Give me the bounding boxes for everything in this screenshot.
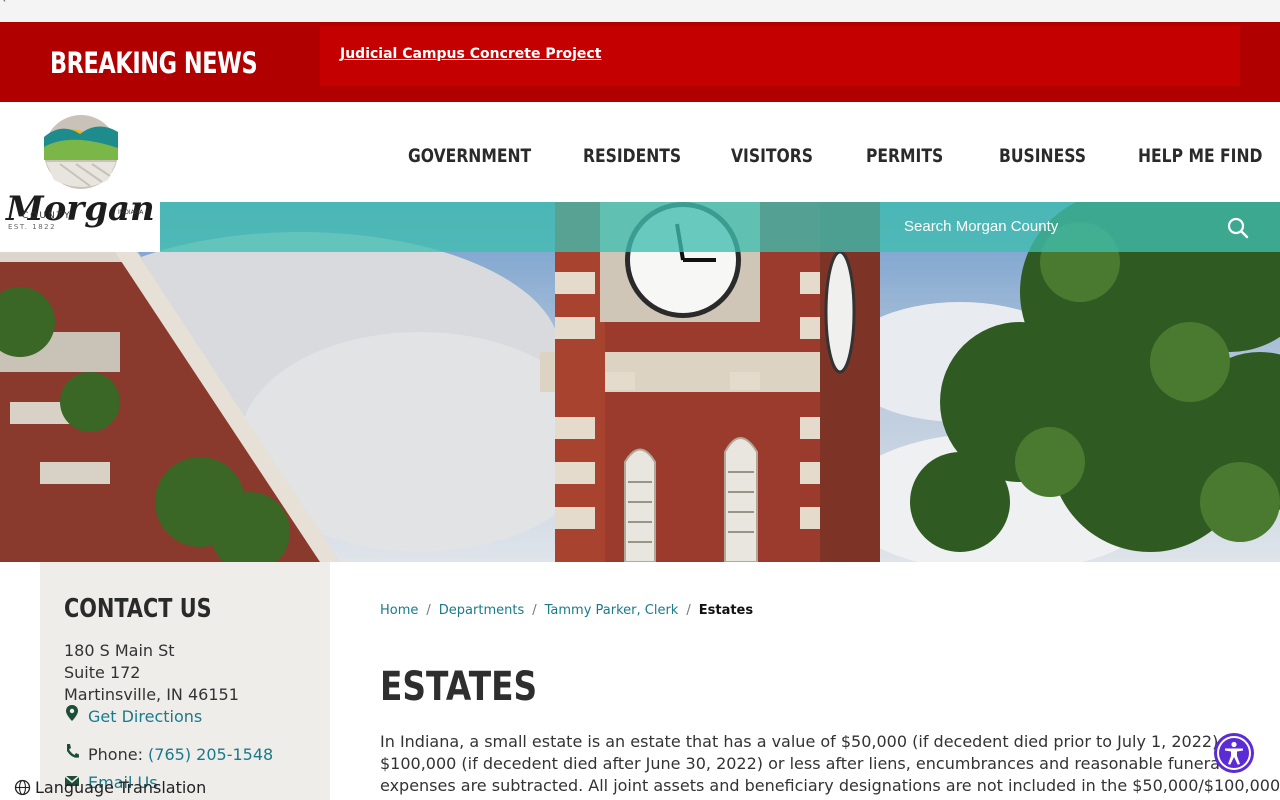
breadcrumb-home[interactable]: Home [380,603,418,618]
courthouse-photo [0,202,1280,562]
get-directions-link[interactable]: Get Directions [88,707,202,726]
globe-icon [14,779,31,796]
breadcrumb-departments[interactable]: Departments [439,603,524,618]
search-bar[interactable]: Search Morgan County [160,202,1280,252]
accessibility-button[interactable] [1214,733,1254,773]
phone-label: Phone: [88,745,143,764]
address-line-3: Martinsville, IN 46151 [64,685,239,704]
body-line-2: $100,000 (if decedent died after June 30… [380,754,1225,773]
breaking-news-banner: BREAKING NEWS Judicial Campus Concrete P… [0,22,1280,102]
page-title: ESTATES [380,664,538,710]
top-strip: ` [0,0,1280,22]
breadcrumb: Home / Departments / Tammy Parker, Clerk / Est… [380,603,754,618]
breadcrumb-current: Estates [698,603,754,618]
hero-image [0,202,1280,562]
breaking-news-panel: Judicial Campus Concrete Project [320,26,1240,86]
contact-heading: CONTACT US [64,594,212,624]
phone-link[interactable]: (765) 205-1548 [148,745,273,764]
county-logo[interactable]: Morgan COUNTY INDIANA EST. 1822 [0,102,160,252]
map-pin-icon [66,705,78,721]
search-input[interactable]: Search Morgan County [904,218,1058,235]
contact-sidebar: CONTACT US 180 S Main St Suite 172 Marti… [40,562,330,800]
address-line-2: Suite 172 [64,663,141,682]
morgan-county-logo-graphic: Morgan COUNTY INDIANA EST. 1822 [5,115,155,231]
breaking-news-label: BREAKING NEWS [50,46,258,80]
page-body: In Indiana, a small estate is an estate … [380,731,1280,797]
search-icon[interactable] [1226,216,1250,240]
logo-state: INDIANA [118,209,144,216]
body-line-1: In Indiana, a small estate is an estate … [380,732,1224,751]
top-strip-mark: ` [2,0,8,11]
breaking-news-link[interactable]: Judicial Campus Concrete Project [340,46,601,62]
accessibility-icon [1217,736,1251,770]
nav-business[interactable]: BUSINESS [999,145,1086,167]
address-line-1: 180 S Main St [64,641,175,660]
nav-residents[interactable]: RESIDENTS [583,145,681,167]
phone-icon [67,744,79,758]
nav-visitors[interactable]: VISITORS [731,145,813,167]
nav-government[interactable]: GOVERNMENT [408,145,531,167]
logo-county: COUNTY [22,211,72,221]
nav-help-me-find[interactable]: HELP ME FIND [1138,145,1262,167]
language-translation-label: Language Translation [35,778,207,797]
logo-est: EST. 1822 [8,223,56,231]
nav-permits[interactable]: PERMITS [866,145,943,167]
breadcrumb-clerk[interactable]: Tammy Parker, Clerk [545,603,679,618]
language-translation[interactable]: Language Translation [14,778,206,797]
body-line-3: expenses are subtracted. All joint asset… [380,776,1280,795]
